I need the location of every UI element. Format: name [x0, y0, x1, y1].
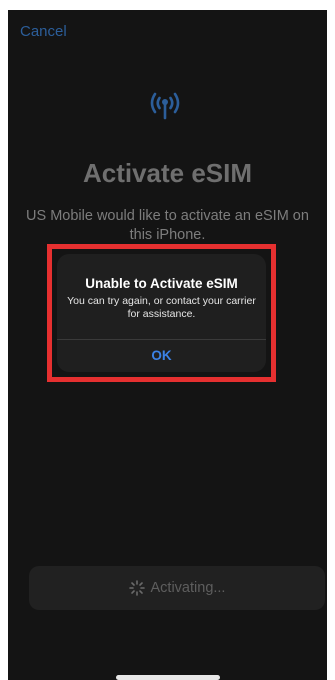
cancel-button[interactable]: Cancel — [20, 23, 67, 40]
alert-message: You can try again, or contact your carri… — [67, 295, 256, 320]
activating-button: Activating... — [29, 566, 325, 610]
home-indicator — [116, 675, 220, 680]
activating-label: Activating... — [150, 580, 226, 596]
page-title: Activate eSIM — [82, 158, 253, 188]
error-alert-dialog: Unable to Activate eSIM You can try agai… — [57, 254, 266, 372]
ok-button[interactable]: OK — [57, 340, 266, 372]
spinner-icon — [128, 580, 145, 596]
antenna-signal-icon — [150, 92, 180, 120]
alert-title: Unable to Activate eSIM — [85, 276, 238, 291]
page-subtitle: US Mobile would like to activate an eSIM… — [26, 208, 309, 243]
